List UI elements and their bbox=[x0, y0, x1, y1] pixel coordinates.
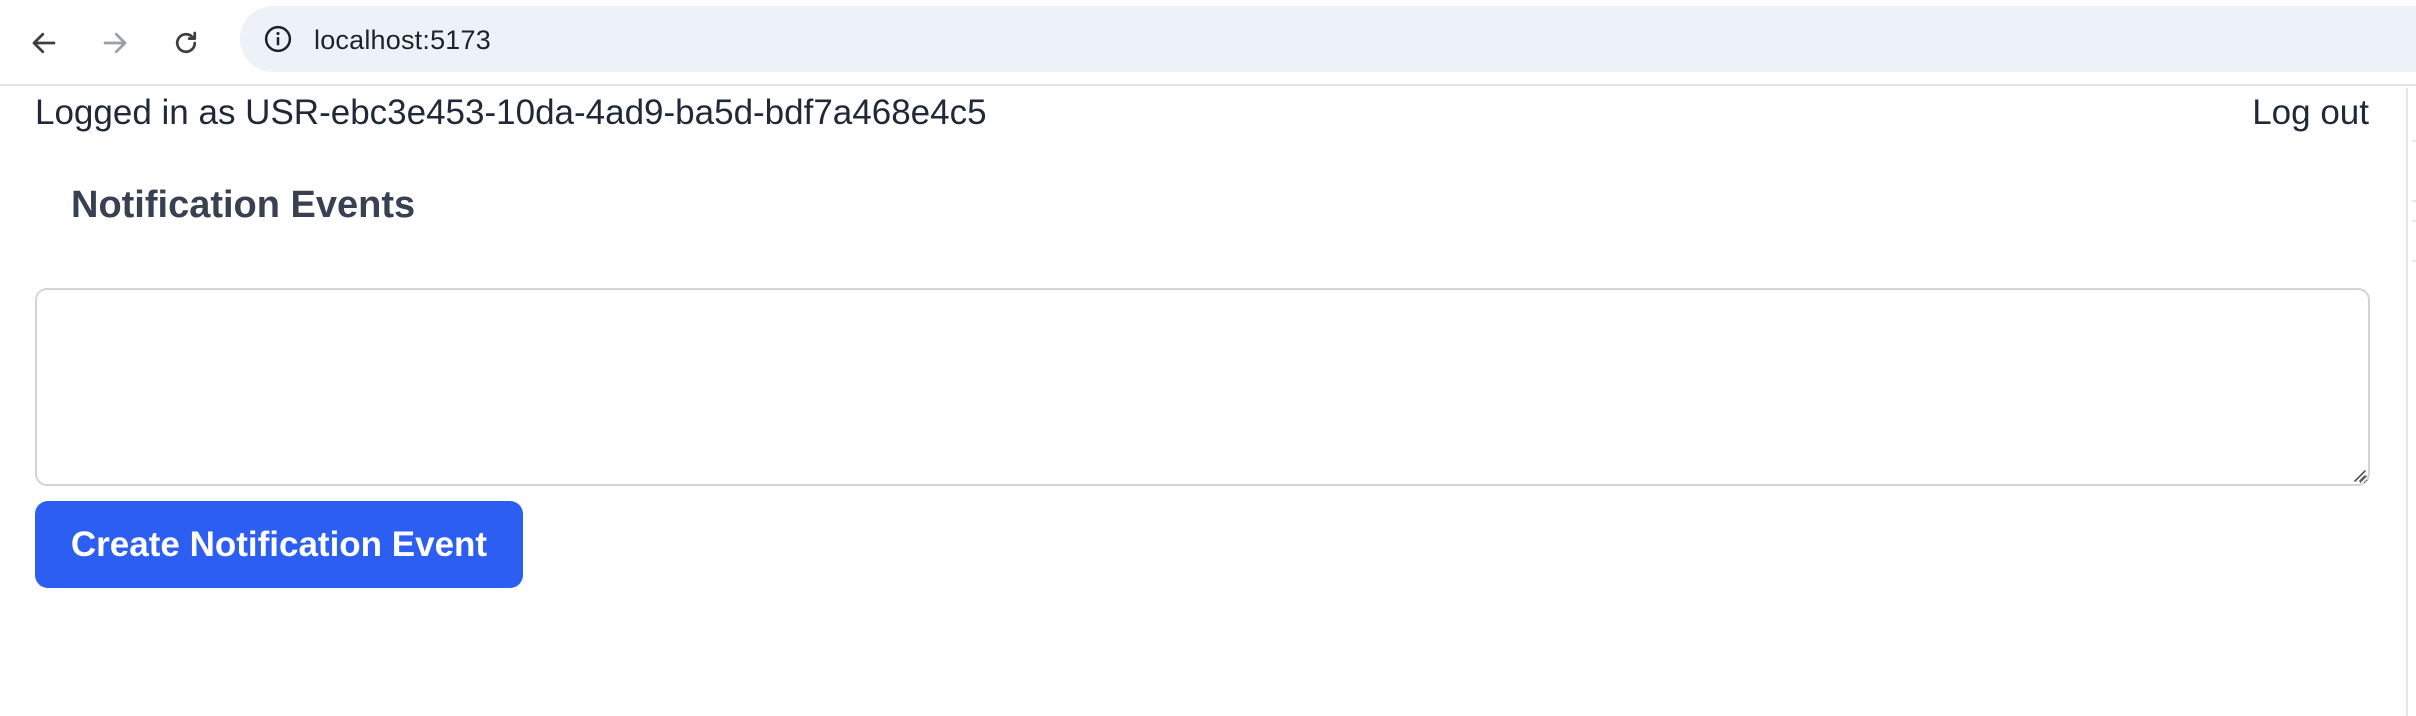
forward-button[interactable] bbox=[86, 14, 144, 72]
logged-in-user-label: Logged in as USR-ebc3e453-10da-4ad9-ba5d… bbox=[35, 93, 987, 132]
arrow-left-icon bbox=[32, 32, 56, 54]
create-notification-event-button[interactable]: Create Notification Event bbox=[35, 501, 523, 588]
logout-link[interactable]: Log out bbox=[2252, 92, 2369, 134]
url-text[interactable]: localhost:5173 bbox=[314, 24, 491, 56]
page-title: Notification Events bbox=[71, 184, 416, 226]
reload-icon bbox=[175, 31, 197, 54]
reload-button[interactable] bbox=[157, 14, 215, 72]
address-bar[interactable]: localhost:5173 bbox=[240, 6, 2416, 72]
browser-toolbar: localhost:5173 bbox=[0, 0, 2416, 86]
scrollbar-edge bbox=[2406, 88, 2416, 716]
site-info-button[interactable] bbox=[254, 15, 302, 63]
arrow-right-icon bbox=[103, 32, 127, 54]
info-icon bbox=[264, 25, 292, 53]
back-button[interactable] bbox=[15, 14, 73, 72]
notification-event-input[interactable] bbox=[35, 288, 2370, 486]
resize-handle-icon[interactable] bbox=[2350, 466, 2366, 482]
